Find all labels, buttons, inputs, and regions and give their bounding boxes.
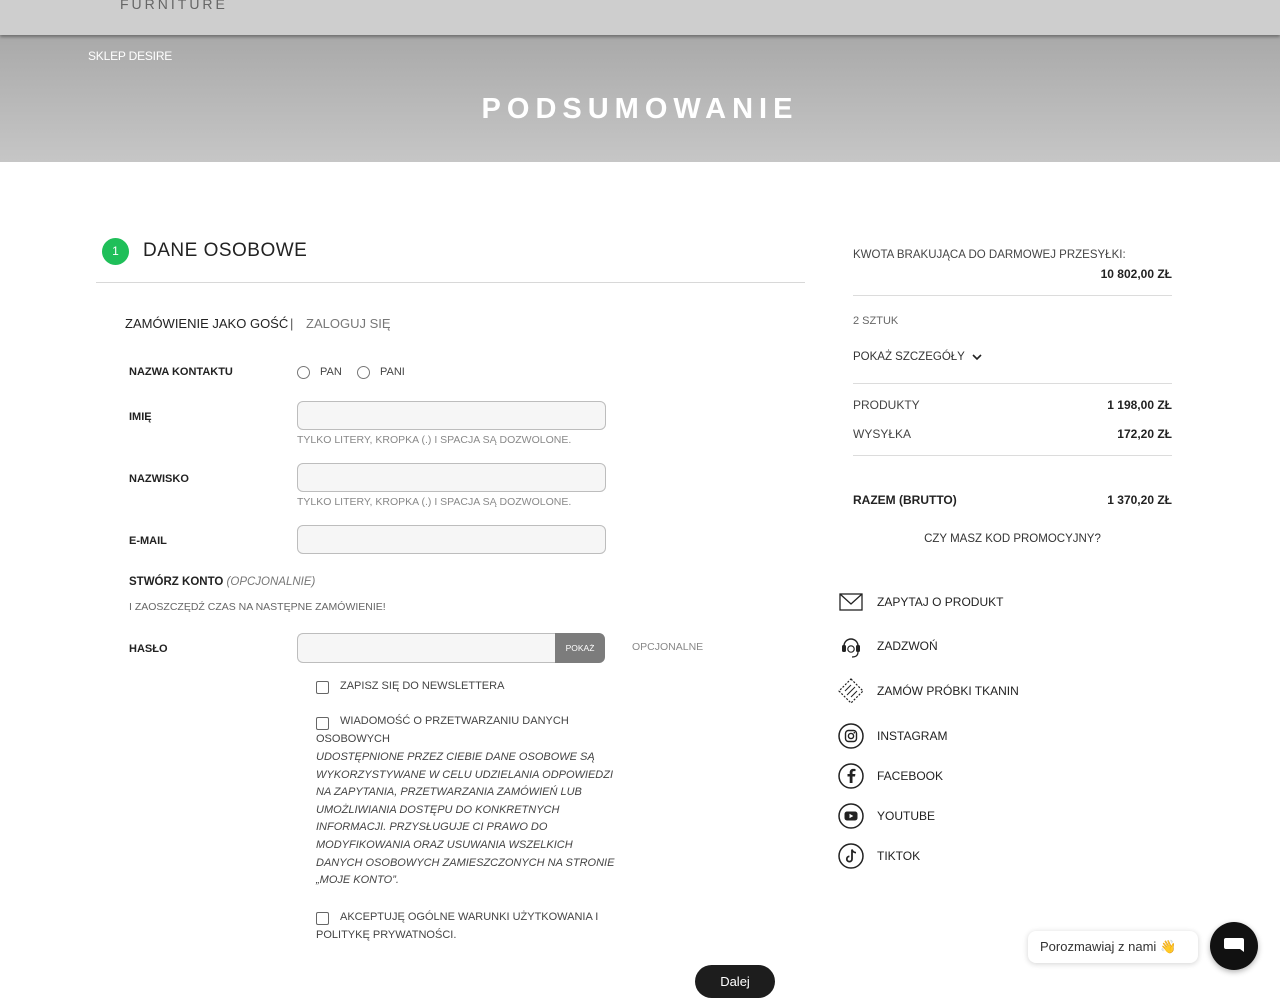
guest-order-tab[interactable]: ZAMÓWIENIE JAKO GOŚĆ (125, 316, 288, 331)
login-tab[interactable]: ZALOGUJ SIĘ (306, 316, 391, 331)
promo-code-link[interactable]: CZY MASZ KOD PROMOCYJNY? (853, 533, 1172, 545)
chat-open-button[interactable] (1210, 922, 1258, 970)
first-name-label: IMIĘ (129, 411, 152, 423)
products-value: 1 198,00 ZŁ (1107, 398, 1172, 412)
first-name-hint: TYLKO LITERY, KROPKA (.) I SPACJA SĄ DOZ… (297, 434, 572, 446)
data-processing-label: WIADOMOŚĆ O PRZETWARZANIU DANYCH OSOBOWY… (316, 715, 569, 745)
total-label: RAZEM (BRUTTO) (853, 493, 957, 507)
facebook-label: FACEBOOK (877, 769, 944, 783)
password-field: POKAŻ (297, 633, 608, 663)
summary-divider (853, 383, 1172, 384)
free-shipping-value: 10 802,00 ZŁ (1100, 267, 1172, 281)
facebook-icon (838, 763, 864, 789)
email-input[interactable] (297, 525, 606, 554)
page-title: PODSUMOWANIE (481, 93, 799, 125)
summary-divider (853, 295, 1172, 296)
radio-pan[interactable] (297, 366, 310, 379)
step-number-badge: 1 (102, 238, 129, 265)
first-name-input[interactable] (297, 401, 606, 430)
total-value: 1 370,20 ZŁ (1107, 493, 1172, 507)
items-count: 2 SZTUK (853, 315, 899, 327)
products-label: PRODUKTY (853, 398, 920, 412)
tiktok-icon (838, 843, 864, 869)
logo[interactable]: FURNITURE (120, 0, 228, 12)
chat-prompt-label: Porozmawiaj z nami (1040, 939, 1157, 954)
create-account-title: STWÓRZ KONTO (OPCJONALNIE) (129, 576, 315, 588)
password-label: HASŁO (129, 643, 168, 655)
radio-pani-label: PANI (380, 366, 405, 378)
mode-separator: | (290, 316, 294, 331)
instagram-icon (838, 723, 864, 749)
tiktok-label: TIKTOK (877, 849, 921, 863)
breadcrumb[interactable]: SKLEP DESIRE (88, 49, 172, 63)
top-bar: FURNITURE (0, 0, 1280, 35)
last-name-label: NAZWISKO (129, 473, 189, 485)
password-input[interactable] (297, 633, 555, 663)
create-account-label: STWÓRZ KONTO (129, 576, 224, 588)
summary-divider (853, 455, 1172, 456)
radio-pan-label: PAN (320, 366, 342, 378)
youtube-icon (838, 803, 864, 829)
contact-name-label: NAZWA KONTAKTU (129, 366, 233, 378)
envelope-icon (839, 593, 863, 611)
step-title: DANE OSOBOWE (143, 240, 308, 261)
chat-bubble-icon (1224, 938, 1244, 952)
last-name-hint: TYLKO LITERY, KROPKA (.) I SPACJA SĄ DOZ… (297, 496, 572, 508)
email-label: E-MAIL (129, 535, 167, 547)
show-details-label: POKAŻ SZCZEGÓŁY (853, 351, 965, 363)
instagram-label: INSTAGRAM (877, 729, 948, 743)
waving-hand-icon: 👋 (1159, 939, 1177, 954)
step-divider (96, 282, 805, 283)
last-name-input[interactable] (297, 463, 606, 492)
show-password-button[interactable]: POKAŻ (555, 633, 605, 663)
next-button[interactable]: Dalej (695, 965, 775, 998)
chat-prompt[interactable]: Porozmawiaj z nami 👋 (1028, 931, 1198, 963)
show-details-toggle[interactable]: POKAŻ SZCZEGÓŁY (853, 351, 982, 363)
radio-pani[interactable] (357, 366, 370, 379)
ask-product-label: ZAPYTAJ O PRODUKT (877, 595, 1004, 609)
terms-label: AKCEPTUJĘ OGÓLNE WARUNKI UŻYTKOWANIA I P… (316, 911, 599, 941)
free-shipping-label: KWOTA BRAKUJĄCA DO DARMOWEJ PRZESYŁKI: (853, 249, 1126, 261)
create-account-optional: (OPCJONALNIE) (226, 576, 316, 588)
call-label: ZADZWOŃ (877, 639, 938, 653)
data-processing-description: UDOSTĘPNIONE PRZEZ CIEBIE DANE OSOBOWE S… (316, 751, 615, 887)
newsletter-label: ZAPISZ SIĘ DO NEWSLETTERA (340, 680, 505, 692)
fabric-swatch-icon (838, 678, 864, 704)
order-samples-label: ZAMÓW PRÓBKI TKANIN (877, 684, 1019, 698)
shipping-value: 172,20 ZŁ (1117, 427, 1172, 441)
create-account-subtitle: I ZAOSZCZĘDŹ CZAS NA NASTĘPNE ZAMÓWIENIE… (129, 601, 386, 613)
phone-headset-icon (842, 638, 860, 658)
shipping-label: WYSYŁKA (853, 427, 912, 441)
password-optional-note: OPCJONALNE (632, 641, 704, 653)
youtube-label: YOUTUBE (877, 809, 936, 823)
page-hero: SKLEP DESIRE PODSUMOWANIE (0, 35, 1280, 162)
chevron-down-icon (972, 354, 982, 361)
